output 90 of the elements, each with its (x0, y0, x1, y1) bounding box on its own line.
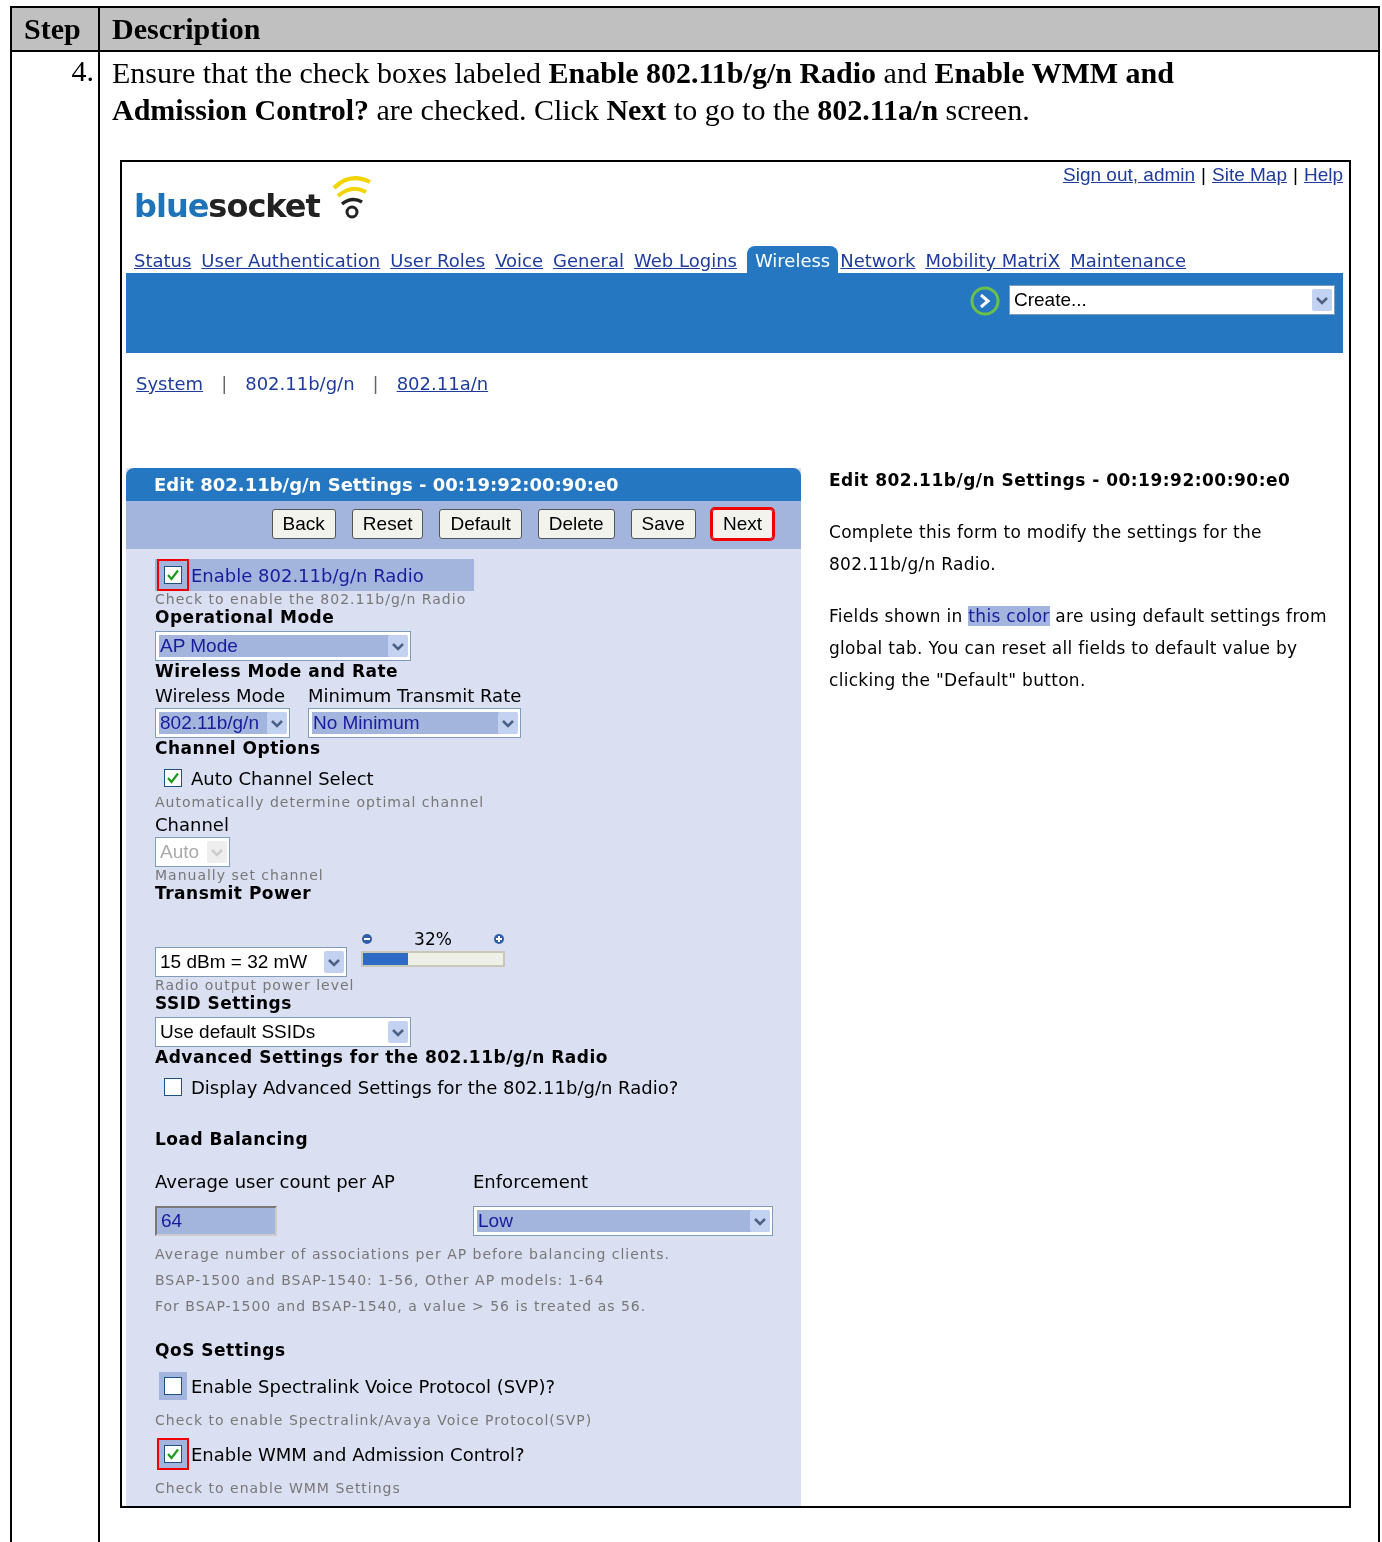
link-separator: | (221, 373, 228, 394)
sub-nav-item[interactable]: 802.11b/g/n (245, 373, 355, 394)
section-heading: Operational Mode (155, 607, 335, 627)
minus-icon[interactable] (361, 933, 373, 945)
form-button[interactable]: Reset (351, 509, 424, 539)
nav-tab[interactable]: Maintenance (1070, 246, 1195, 273)
check-icon (167, 569, 179, 581)
caret-icon (1312, 289, 1332, 311)
form-button[interactable]: Default (439, 509, 522, 539)
panel-title: Edit 802.11b/g/n Settings - 00:19:92:00:90:e0 (126, 468, 801, 501)
checkbox[interactable] (164, 566, 182, 584)
section-heading: Transmit Power (155, 883, 312, 903)
checkbox[interactable] (164, 1377, 182, 1395)
power-reading: 32% (414, 929, 452, 949)
checkbox-label: Display Advanced Settings for the 802.11b/g/n Radio? (191, 1076, 679, 1098)
checkbox-label: Enable WMM and Admission Control? (191, 1443, 525, 1465)
select-field[interactable]: 802.11b/g/n (155, 708, 290, 738)
field-label: Minimum Transmit Rate (307, 685, 522, 706)
column-header: Step (12, 8, 100, 50)
caret-icon (324, 951, 344, 973)
link-separator: | (1201, 164, 1206, 186)
logo-text: bluesocket (134, 190, 320, 222)
check-icon (167, 1448, 179, 1460)
checkbox[interactable] (164, 1445, 182, 1463)
section-heading: Channel Options (155, 738, 321, 758)
hint-text: Average number of associations per AP before balancing clients. (155, 1246, 670, 1262)
section-heading: SSID Settings (155, 993, 292, 1013)
help-text: Fields shown in this color are using default settings from global tab. You can reset all fields to default value by clicking the "Default" button. (829, 605, 1328, 692)
step-description: Ensure that the check boxes labeled Enable 802.11b/g/n Radio and Enable WMM and Admission Control? are checked. Click Next to go to the 802.11a/n screen. (112, 55, 1175, 128)
hint-text: Automatically determine optimal channel (155, 794, 485, 810)
field-label: Average user count per AP (155, 1171, 396, 1192)
checkbox[interactable] (164, 769, 182, 787)
input-field[interactable]: 64 (155, 1206, 277, 1236)
nav-tab[interactable]: General (553, 246, 632, 273)
checkbox-label: Auto Channel Select (191, 767, 374, 789)
nav-tab[interactable]: Web Logins (634, 246, 745, 273)
form-button[interactable]: Save (630, 509, 696, 539)
create-select[interactable]: Create... (1009, 285, 1335, 315)
form-button[interactable]: Next (711, 509, 773, 539)
section-heading: Advanced Settings for the 802.11b/g/n Radio (155, 1047, 608, 1067)
caret-icon (388, 1021, 408, 1043)
field-label: Enforcement (473, 1171, 590, 1192)
caret-icon (266, 712, 287, 734)
check-icon (167, 772, 179, 784)
select-field[interactable]: Use default SSIDs (155, 1017, 411, 1047)
hint-text: Radio output power level (155, 977, 355, 993)
select-field[interactable]: No Minimum (307, 708, 522, 738)
nav-tab[interactable]: Status (134, 246, 200, 273)
caret-icon (750, 1210, 770, 1232)
field-label: Channel (155, 814, 230, 835)
step-number: 4. (12, 52, 100, 1542)
nav-tab[interactable]: User Roles (390, 246, 494, 273)
hint-text: BSAP-1500 and BSAP-1540: 1-56, Other AP models: 1-64 (155, 1272, 605, 1288)
field-label: Wireless Mode (155, 685, 287, 706)
caret-icon (498, 712, 519, 734)
header-link[interactable]: Help (1303, 164, 1343, 186)
sub-nav-link[interactable]: 802.11a/n (396, 373, 489, 394)
form-button[interactable]: Delete (537, 509, 615, 539)
link-separator: | (1293, 164, 1298, 186)
form-button[interactable]: Back (271, 509, 336, 539)
hint-text: Check to enable the 802.11b/g/n Radio (155, 591, 467, 607)
hint-text: For BSAP-1500 and BSAP-1540, a value > 56 is treated as 56. (155, 1298, 647, 1314)
column-header: Description (111, 11, 262, 47)
link-separator: | (372, 373, 379, 394)
caret-icon (388, 635, 408, 657)
section-heading: QoS Settings (155, 1340, 286, 1360)
hint-text: Check to enable WMM Settings (155, 1480, 401, 1496)
header-link[interactable]: Site Map (1212, 164, 1287, 186)
section-heading: Wireless Mode and Rate (155, 661, 399, 681)
select-field[interactable]: AP Mode (155, 631, 411, 661)
nav-tab[interactable]: Voice (495, 246, 552, 273)
sub-nav-link[interactable]: System (136, 373, 204, 394)
nav-tab[interactable]: Mobility MatriX (925, 246, 1069, 273)
caret-icon (207, 841, 228, 863)
nav-tab[interactable]: Network (840, 246, 924, 273)
section-heading: Load Balancing (155, 1129, 309, 1149)
select-field[interactable]: 15 dBm = 32 mW (155, 947, 347, 977)
help-text: Complete this form to modify the settings for the 802.11b/g/n Radio. (829, 521, 1263, 576)
select-field[interactable]: Low (473, 1206, 773, 1236)
hint-text: Manually set channel (155, 867, 324, 883)
hint-text: Check to enable Spectralink/Avaya Voice Protocol(SVP) (155, 1412, 593, 1428)
checkbox-label: Enable Spectralink Voice Protocol (SVP)? (191, 1375, 555, 1397)
nav-tab[interactable]: User Authentication (201, 246, 389, 273)
go-icon[interactable] (969, 285, 1001, 317)
header-link[interactable]: Sign out, admin (1063, 164, 1196, 186)
help-title: Edit 802.11b/g/n Settings - 00:19:92:00:90:e0 (829, 470, 1292, 490)
checkbox[interactable] (164, 1078, 182, 1096)
checkbox-label: Enable 802.11b/g/n Radio (191, 564, 424, 586)
nav-tab[interactable]: Wireless (746, 246, 839, 273)
plus-icon[interactable] (493, 933, 505, 945)
